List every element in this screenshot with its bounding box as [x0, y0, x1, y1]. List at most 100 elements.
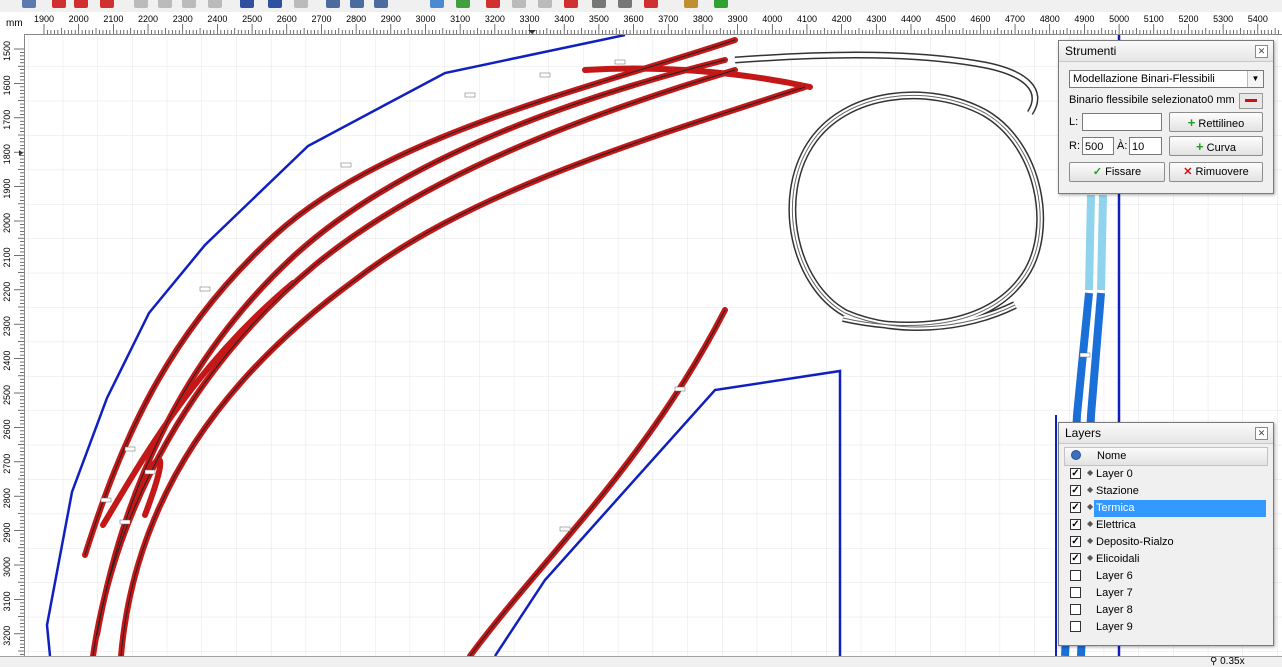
arrow-red-icon[interactable]: [100, 0, 114, 8]
layer-row[interactable]: ✓ ◆ Deposito-Rialzo: [1064, 534, 1266, 551]
ruler-label: 5200: [1178, 14, 1198, 24]
tool-mode-select[interactable]: Modellazione Binari-Flessibili ▼: [1069, 70, 1264, 88]
ruler-label: 3200: [485, 14, 505, 24]
layer-name[interactable]: Deposito-Rialzo: [1094, 534, 1266, 551]
track-light-blue[interactable]: [1085, 194, 1095, 291]
ruler-label: 2300: [173, 14, 193, 24]
layer-row[interactable]: Layer 6: [1064, 568, 1266, 585]
layer-row[interactable]: ✓ ◆ Stazione: [1064, 483, 1266, 500]
layer-visibility-checkbox[interactable]: [1070, 621, 1081, 632]
layer-visibility-checkbox[interactable]: ✓: [1070, 519, 1081, 530]
zoom-out-icon[interactable]: [350, 0, 364, 8]
track-joint: [464, 92, 476, 98]
layer-row[interactable]: ✓ ◆ Termica: [1064, 500, 1266, 517]
ruler-label: 1700: [2, 110, 12, 130]
bridge-icon[interactable]: [592, 0, 606, 8]
track-gray-icon[interactable]: [538, 0, 552, 8]
copy-icon[interactable]: [158, 0, 172, 8]
ruler-label: 2700: [311, 14, 331, 24]
layers-close-button[interactable]: ✕: [1255, 427, 1268, 440]
layer-bullet-icon: ◆: [1087, 536, 1094, 545]
layer-name[interactable]: Layer 9: [1094, 619, 1266, 636]
cut-icon[interactable]: [134, 0, 148, 8]
zoom-tool-icon[interactable]: [22, 0, 36, 8]
layer-visibility-checkbox[interactable]: [1070, 570, 1081, 581]
name-column-header[interactable]: Nome: [1097, 450, 1126, 462]
layer-bullet-icon: ◆: [1087, 502, 1094, 511]
track-gray-icon[interactable]: [512, 0, 526, 8]
horizontal-ruler-ticks: mm 1900 2000 2100 2200 2300 2400 2500 2600 2700 2…: [6, 14, 1279, 34]
ruler-label: 2800: [346, 14, 366, 24]
zoom-fit-icon[interactable]: [374, 0, 388, 8]
layer-row[interactable]: Layer 8: [1064, 602, 1266, 619]
ruler-label: 4000: [762, 14, 782, 24]
ruler-label: 3500: [589, 14, 609, 24]
layer-name[interactable]: Stazione: [1094, 483, 1266, 500]
layer-visibility-checkbox[interactable]: ✓: [1070, 553, 1081, 564]
ruler-label: 4300: [866, 14, 886, 24]
ruler-cursor-marker: [19, 150, 23, 156]
angle-field[interactable]: 10: [1129, 137, 1162, 155]
track-red-icon[interactable]: [486, 0, 500, 8]
layer-row[interactable]: Layer 9: [1064, 619, 1266, 636]
layer-visibility-checkbox[interactable]: [1070, 604, 1081, 615]
color-picker-icon[interactable]: [644, 0, 658, 8]
mirror-icon[interactable]: [294, 0, 308, 8]
fissare-label: Fissare: [1105, 166, 1142, 178]
radius-field[interactable]: 500: [1082, 137, 1114, 155]
layer-visibility-checkbox[interactable]: ✓: [1070, 502, 1081, 513]
ruler-label: 4900: [1074, 14, 1094, 24]
layer-row[interactable]: ✓ ◆ Elicoidali: [1064, 551, 1266, 568]
wrench-icon[interactable]: [684, 0, 698, 8]
chevron-down-icon[interactable]: ▼: [1247, 71, 1263, 87]
image-icon[interactable]: [430, 0, 444, 8]
arrow-red-icon[interactable]: [52, 0, 66, 8]
platform-icon[interactable]: [618, 0, 632, 8]
layer-name[interactable]: Layer 6: [1094, 568, 1266, 585]
layer-visibility-checkbox[interactable]: ✓: [1070, 485, 1081, 496]
length-field[interactable]: [1082, 113, 1162, 131]
ruler-label: 5000: [1109, 14, 1129, 24]
layer-name[interactable]: Layer 0: [1094, 466, 1266, 483]
green-layers-icon[interactable]: [714, 0, 728, 8]
track-light-blue[interactable]: [1097, 194, 1107, 291]
zoom-in-icon[interactable]: [326, 0, 340, 8]
ruler-label: 2200: [2, 282, 12, 302]
layer-visibility-checkbox[interactable]: ✓: [1070, 536, 1081, 547]
rotate-icon[interactable]: [240, 0, 254, 8]
arrow-red-icon[interactable]: [74, 0, 88, 8]
strumenti-close-button[interactable]: ✕: [1255, 45, 1268, 58]
layer-name[interactable]: Layer 7: [1094, 585, 1266, 602]
layers-icon[interactable]: [456, 0, 470, 8]
ruler-label: 4800: [1040, 14, 1060, 24]
paste-icon[interactable]: [182, 0, 196, 8]
layer-row[interactable]: Layer 7: [1064, 585, 1266, 602]
layers-title-bar[interactable]: Layers ✕: [1059, 423, 1273, 444]
ruler-label: 5100: [1144, 14, 1164, 24]
layer-row[interactable]: ✓ ◆ Layer 0: [1064, 466, 1266, 483]
signal-icon[interactable]: [564, 0, 578, 8]
layer-name[interactable]: Elicoidali: [1094, 551, 1266, 568]
layer-name[interactable]: Layer 8: [1094, 602, 1266, 619]
delete-icon[interactable]: [208, 0, 222, 8]
curva-button[interactable]: + Curva: [1169, 136, 1263, 156]
ruler-label: 2900: [2, 523, 12, 543]
strumenti-title-bar[interactable]: Strumenti ✕: [1059, 41, 1273, 62]
layer-name[interactable]: Elettrica: [1094, 517, 1266, 534]
layer-visibility-checkbox[interactable]: ✓: [1070, 468, 1081, 479]
ruler-label: 2100: [103, 14, 123, 24]
rettilineo-button[interactable]: + Rettilineo: [1169, 112, 1263, 132]
ruler-label: 5300: [1213, 14, 1233, 24]
rimuovere-button[interactable]: ✕ Rimuovere: [1169, 162, 1263, 182]
layer-name[interactable]: Termica: [1094, 500, 1266, 517]
layer-row[interactable]: ✓ ◆ Elettrica: [1064, 517, 1266, 534]
ruler-label: 2900: [381, 14, 401, 24]
ruler-label: 3800: [693, 14, 713, 24]
remove-selection-button[interactable]: [1239, 93, 1263, 109]
ruler-label: 2500: [242, 14, 262, 24]
layer-visibility-checkbox[interactable]: [1070, 587, 1081, 598]
flip-icon[interactable]: [268, 0, 282, 8]
visibility-icon[interactable]: [1071, 450, 1081, 460]
ruler-label: 3100: [450, 14, 470, 24]
fissare-button[interactable]: ✓ Fissare: [1069, 162, 1165, 182]
